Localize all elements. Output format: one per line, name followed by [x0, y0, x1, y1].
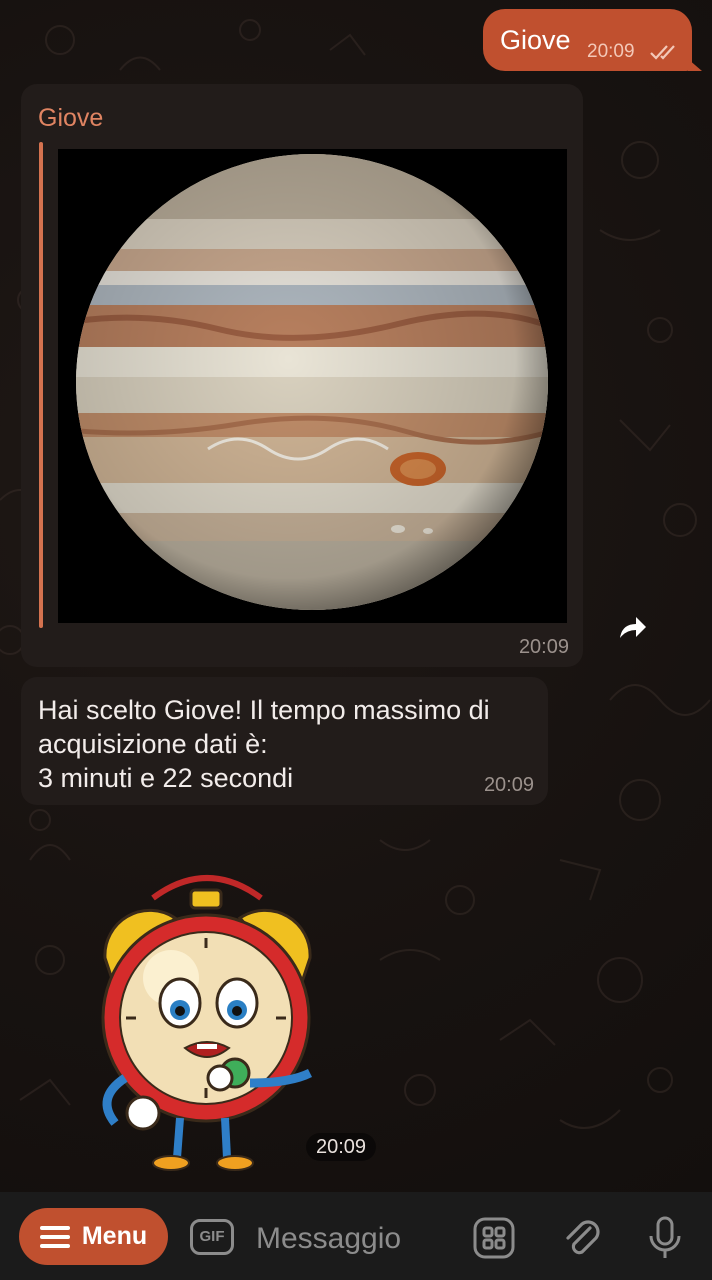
- jupiter-photo[interactable]: [58, 149, 567, 623]
- gif-label: GIF: [199, 1228, 225, 1245]
- message-line-2: acquisizione dati è:: [38, 729, 268, 759]
- reply-sender-name: Giove: [38, 104, 104, 132]
- jupiter-image: [58, 149, 567, 623]
- outgoing-message-time: 20:09: [587, 41, 635, 62]
- outgoing-message-bubble[interactable]: Giove 20:09: [483, 9, 702, 71]
- menu-button-label: Menu: [81, 1222, 148, 1250]
- menu-icon: [39, 1225, 70, 1248]
- forward-icon[interactable]: [608, 606, 654, 646]
- message-line-1: Hai scelto Giove! Il tempo massimo di: [38, 695, 490, 725]
- message-input[interactable]: [254, 1218, 458, 1260]
- reply-accent-bar: [39, 142, 43, 628]
- image-message-bubble[interactable]: Giove 20:09: [21, 84, 583, 667]
- alarm-clock-sticker[interactable]: [85, 868, 330, 1178]
- text-message-bubble[interactable]: Hai scelto Giove! Il tempo massimo di ac…: [21, 677, 548, 805]
- menu-button[interactable]: Menu: [19, 1208, 168, 1265]
- text-message-time: 20:09: [483, 774, 534, 796]
- image-message-time: 20:09: [518, 636, 569, 658]
- message-composer-bar: Menu GIF: [0, 1192, 712, 1280]
- sticker-time: 20:09: [306, 1133, 377, 1161]
- double-check-icon: [650, 45, 675, 60]
- gif-icon[interactable]: GIF: [190, 1219, 234, 1255]
- outgoing-message-text: Giove: [500, 25, 571, 55]
- microphone-icon[interactable]: [643, 1216, 687, 1260]
- message-line-3: 3 minuti e 22 secondi: [38, 763, 294, 793]
- sticker-grid-icon[interactable]: [472, 1216, 516, 1260]
- bubble-tail: [688, 59, 702, 71]
- attach-icon[interactable]: [560, 1216, 604, 1260]
